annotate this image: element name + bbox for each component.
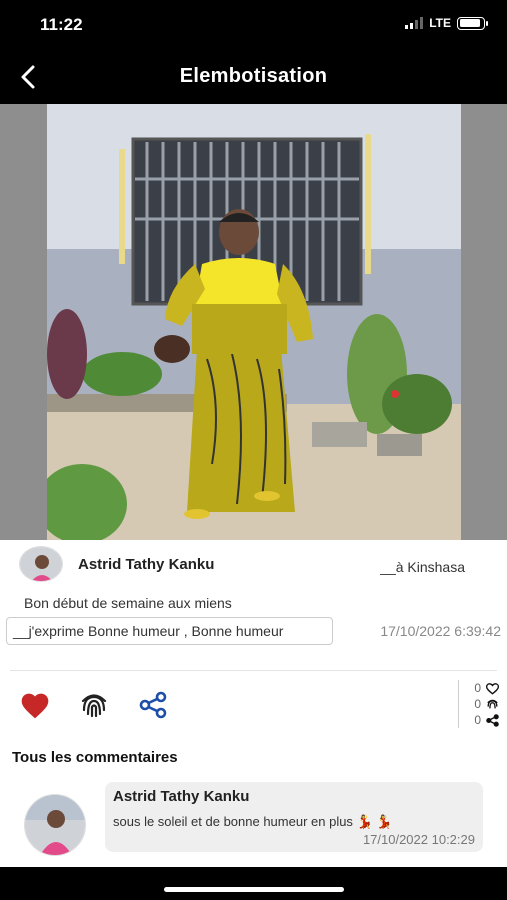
heart-outline-icon [485, 682, 500, 695]
comment-avatar[interactable] [24, 794, 86, 856]
status-time: 11:22 [40, 15, 83, 34]
battery-fill [459, 19, 481, 27]
fingerprint-small-icon [487, 699, 498, 708]
battery-icon [457, 16, 488, 30]
comment-date: 17/10/2022 10:2:29 [362, 832, 475, 847]
post-caption: Bon début de semaine aux miens [24, 595, 232, 611]
status-bar: 11:22 LTE [0, 0, 507, 50]
divider [10, 670, 497, 671]
network-label: LTE [429, 16, 451, 30]
page-title: Elembotisation [179, 65, 328, 87]
fingerprint-icon [81, 694, 107, 718]
likes-count: 0 [459, 680, 500, 696]
status-indicators: LTE [405, 16, 488, 30]
share-button[interactable] [136, 688, 170, 722]
post-photo-image [47, 104, 461, 540]
bottom-bar [0, 867, 507, 900]
shares-count-value: 0 [474, 713, 481, 727]
comment-avatar-image [25, 795, 85, 855]
react-button[interactable] [77, 688, 111, 722]
share-small-icon [486, 713, 499, 727]
comment-item: Astrid Tathy Kanku sous le soleil et de … [105, 782, 483, 852]
reaction-counts: 0 0 0 [458, 680, 500, 728]
like-button[interactable] [18, 688, 52, 722]
signal-icon [405, 17, 424, 29]
photo-area [0, 104, 507, 540]
comment-text: sous le soleil et de bonne humeur en plu… [113, 814, 393, 829]
likes-count-value: 0 [474, 681, 481, 695]
avatar-image [20, 547, 62, 581]
post-photo[interactable] [47, 104, 461, 540]
mood-field: __j'exprime Bonne humeur , Bonne humeur [6, 617, 333, 645]
share-icon [139, 691, 167, 719]
shares-count: 0 [459, 712, 500, 728]
post-header: Astrid Tathy Kanku __à Kinshasa [0, 540, 507, 588]
fingerprints-count-value: 0 [474, 697, 481, 711]
post-content: Astrid Tathy Kanku __à Kinshasa Bon débu… [0, 540, 507, 867]
post-author[interactable]: Astrid Tathy Kanku [78, 556, 214, 573]
avatar[interactable] [19, 546, 63, 582]
heart-icon [21, 693, 49, 719]
post-date: 17/10/2022 6:39:42 [380, 623, 501, 639]
comment-author[interactable]: Astrid Tathy Kanku [113, 788, 249, 805]
fingerprints-count: 0 [459, 696, 500, 712]
comments-heading: Tous les commentaires [12, 749, 178, 766]
post-location: __à Kinshasa [380, 559, 465, 575]
home-indicator[interactable] [164, 887, 344, 892]
navbar: Elembotisation [0, 50, 507, 104]
